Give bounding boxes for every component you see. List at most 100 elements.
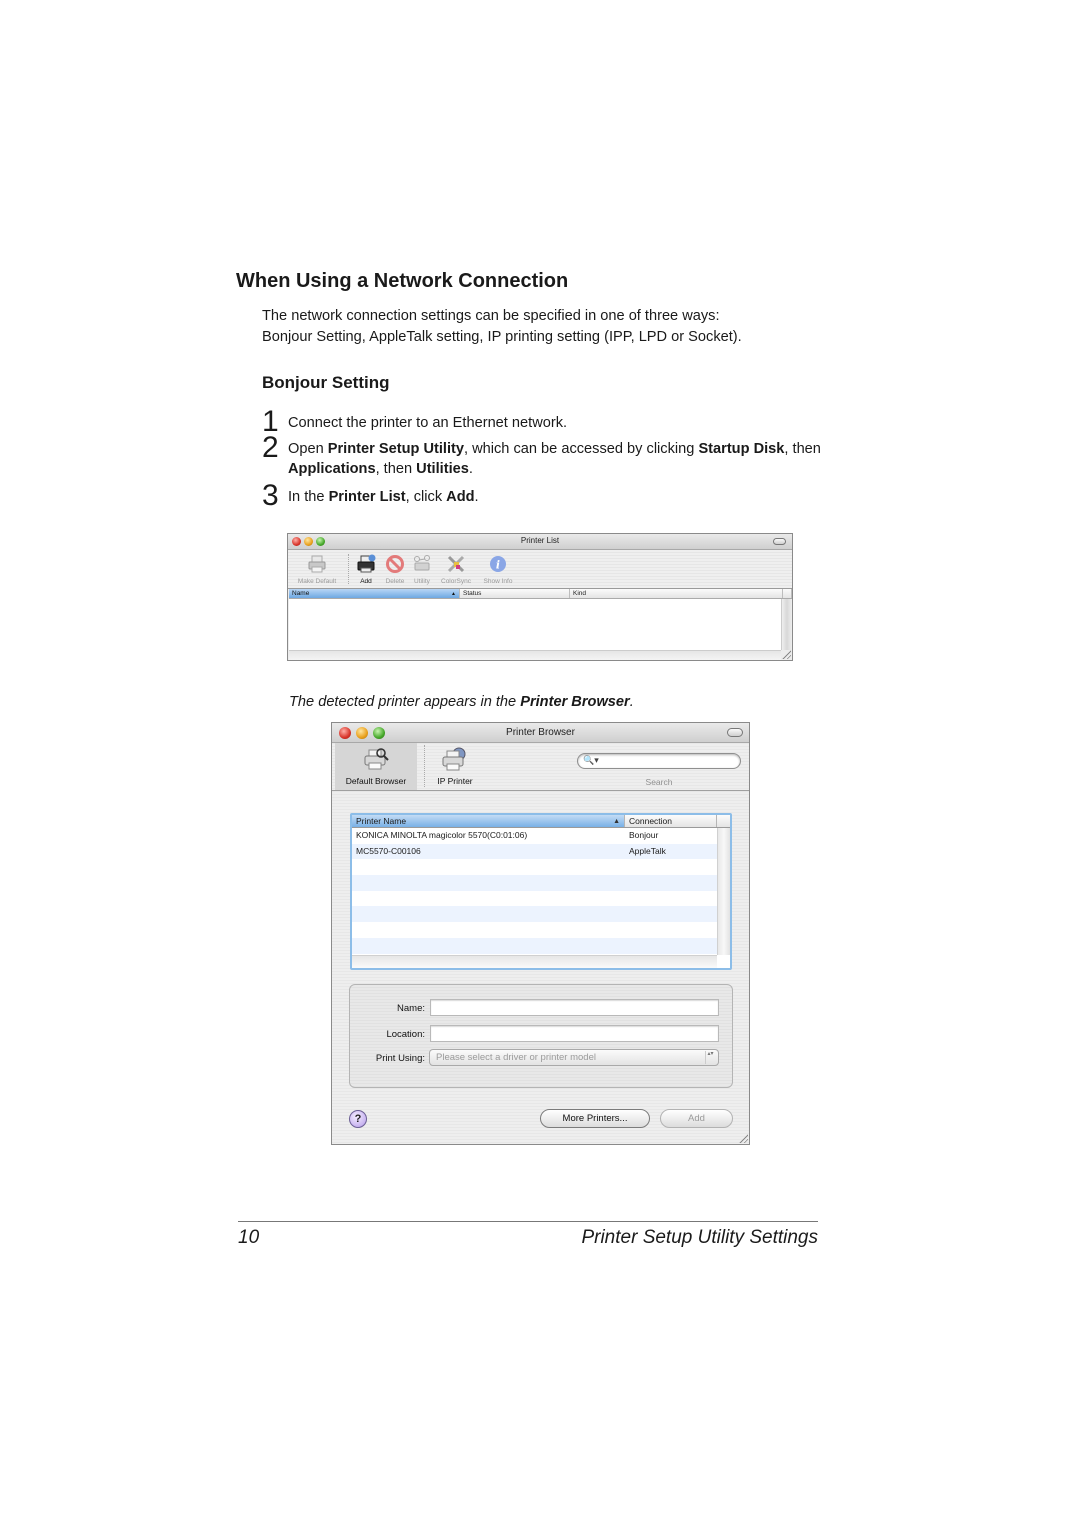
printer-name-cell xyxy=(352,859,625,875)
info-icon: i xyxy=(490,556,506,572)
location-label: Location: xyxy=(386,1029,425,1040)
toolbar-separator xyxy=(424,745,425,787)
step-text-part: Open xyxy=(288,441,328,457)
window-title: Printer Browser xyxy=(506,727,575,738)
location-field[interactable] xyxy=(430,1025,719,1042)
table-body: KONICA MINOLTA magicolor 5570(C0:01:06) B… xyxy=(352,828,717,969)
printer-list xyxy=(289,599,781,650)
sort-ascending-icon: ▲ xyxy=(613,818,620,825)
colorsync-button[interactable]: ColorSync xyxy=(438,553,474,585)
step-2: 2 Open Printer Setup Utility, which can … xyxy=(262,433,822,479)
search-icon[interactable]: 🔍▾ xyxy=(583,755,599,766)
column-header-connection[interactable]: Connection xyxy=(625,815,717,827)
connection-cell xyxy=(625,906,629,922)
delete-button[interactable]: Delete xyxy=(382,553,408,585)
step-text-part: , then xyxy=(784,441,821,457)
printer-browser-window: Printer Browser Default Browser IP Print… xyxy=(331,722,750,1145)
toolbar-toggle-button[interactable] xyxy=(773,538,786,545)
connection-cell xyxy=(625,922,629,938)
toolbar-toggle-button[interactable] xyxy=(727,728,743,737)
table-row xyxy=(352,906,717,923)
step-text: Open Printer Setup Utility, which can be… xyxy=(288,439,828,479)
table-row xyxy=(352,937,717,954)
connection-cell: Bonjour xyxy=(629,830,659,840)
utility-button[interactable]: Utility xyxy=(409,553,435,585)
vertical-scrollbar[interactable] xyxy=(781,599,792,650)
horizontal-scrollbar[interactable] xyxy=(289,650,781,660)
step-number: 3 xyxy=(262,479,279,512)
add-printer-icon xyxy=(357,554,376,573)
printer-icon xyxy=(308,555,326,573)
resize-handle[interactable] xyxy=(781,649,791,659)
section-title: When Using a Network Connection xyxy=(236,270,569,292)
ip-printer-icon xyxy=(442,747,466,771)
step-text-part: , then xyxy=(375,461,417,477)
connection-cell xyxy=(625,938,629,954)
step-text-bold: Printer List xyxy=(328,489,406,505)
tab-ip-printer[interactable]: IP Printer xyxy=(430,743,480,790)
step-1: 1 Connect the printer to an Ethernet net… xyxy=(262,407,822,437)
printer-name-cell: KONICA MINOLTA magicolor 5570(C0:01:06) xyxy=(356,830,528,840)
column-header-printer-name[interactable]: Printer Name ▲ xyxy=(352,815,625,827)
subsection-title: Bonjour Setting xyxy=(262,373,390,392)
caption-text: The detected printer appears in the xyxy=(289,694,521,710)
table-row[interactable]: KONICA MINOLTA magicolor 5570(C0:01:06) B… xyxy=(352,828,717,844)
printer-list-window: Printer List Make Default Add Delete Uti… xyxy=(287,533,793,661)
resize-handle[interactable] xyxy=(738,1133,748,1143)
step-text-part: , click xyxy=(405,489,447,505)
column-header-status[interactable]: Status xyxy=(460,589,570,598)
toolbar-separator xyxy=(348,554,349,584)
column-header-name[interactable]: Name ▲ xyxy=(289,589,460,598)
step-text-part: Connect the printer to an Ethernet netwo… xyxy=(288,415,568,431)
default-browser-icon xyxy=(364,748,389,770)
column-header-spacer xyxy=(783,589,792,598)
table-row[interactable]: MC5570-C00106 AppleTalk xyxy=(352,843,717,860)
table-row xyxy=(352,875,717,891)
step-text-bold: Printer Setup Utility xyxy=(327,441,464,457)
step-text-bold: Startup Disk xyxy=(698,441,785,457)
horizontal-scrollbar[interactable] xyxy=(352,955,717,968)
intro-line-2: Bonjour Setting, AppleTalk setting, IP p… xyxy=(262,329,742,345)
step-text-part: . xyxy=(468,461,473,477)
toolbar-label: Make Default xyxy=(297,578,337,585)
step-text: Connect the printer to an Ethernet netwo… xyxy=(288,413,828,433)
table-row xyxy=(352,859,717,875)
step-text: In the Printer List, click Add. xyxy=(288,487,828,507)
delete-icon xyxy=(386,555,404,573)
select-stepper-icon: ▴▾ xyxy=(705,1051,715,1064)
print-using-select[interactable]: Please select a driver or printer model … xyxy=(429,1049,719,1066)
colorsync-icon xyxy=(447,555,465,573)
make-default-button[interactable]: Make Default xyxy=(292,553,342,585)
column-header-kind[interactable]: Kind xyxy=(570,589,783,598)
step-text-part: . xyxy=(474,489,479,505)
caption-text: . xyxy=(629,694,634,710)
table-row xyxy=(352,922,717,938)
step-3: 3 In the Printer List, click Add. xyxy=(262,481,822,511)
show-info-button[interactable]: i Show Info xyxy=(478,553,518,585)
svg-text:i: i xyxy=(496,559,500,572)
tab-default-browser[interactable]: Default Browser xyxy=(335,743,417,790)
printer-name-cell: MC5570-C00106 xyxy=(356,845,421,856)
step-number: 2 xyxy=(262,431,279,464)
intro-paragraph: The network connection settings can be s… xyxy=(262,306,822,348)
search-input[interactable]: 🔍▾ xyxy=(577,753,741,769)
toolbar: Default Browser IP Printer 🔍▾ Search xyxy=(332,743,749,791)
more-printers-button[interactable]: More Printers... xyxy=(540,1109,650,1128)
toolbar-label: ColorSync xyxy=(441,578,471,585)
step-text-part: In the xyxy=(288,489,329,505)
figure-caption: The detected printer appears in the Prin… xyxy=(289,694,634,710)
add-button[interactable]: Add xyxy=(660,1109,733,1128)
add-button[interactable]: Add xyxy=(354,553,378,585)
chapter-title: Printer Setup Utility Settings xyxy=(581,1227,818,1248)
column-label: Printer Name xyxy=(356,816,407,826)
help-button[interactable]: ? xyxy=(349,1110,367,1128)
step-text-bold: Applications xyxy=(288,461,376,477)
table-row xyxy=(352,891,717,907)
name-field[interactable] xyxy=(430,999,719,1016)
step-text-bold: Utilities xyxy=(416,461,469,477)
printer-name-cell xyxy=(352,938,625,954)
title-bar: Printer Browser xyxy=(332,723,749,743)
column-header-spacer xyxy=(717,815,730,827)
connection-cell xyxy=(625,859,629,875)
vertical-scrollbar[interactable] xyxy=(717,828,730,955)
